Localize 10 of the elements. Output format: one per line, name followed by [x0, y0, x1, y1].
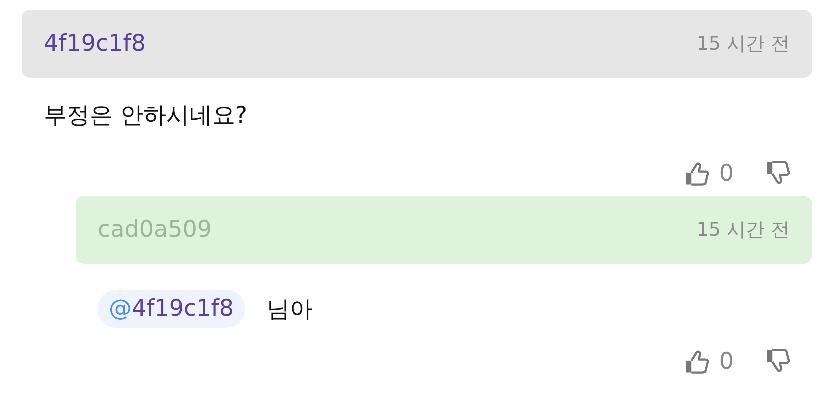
timestamp: 15 시간 전	[696, 218, 790, 243]
comment-text: 님아	[267, 296, 314, 324]
thumbs-up-icon[interactable]	[683, 160, 712, 188]
comment-text: 부정은 안하시네요?	[44, 102, 248, 130]
like-count: 0	[719, 161, 734, 187]
timestamp: 15 시간 전	[696, 32, 790, 57]
thumbs-up-icon[interactable]	[683, 348, 712, 376]
like-count: 0	[719, 349, 734, 375]
username[interactable]: 4f19c1f8	[44, 31, 146, 57]
mention-tag[interactable]: @4f19c1f8	[98, 290, 246, 328]
